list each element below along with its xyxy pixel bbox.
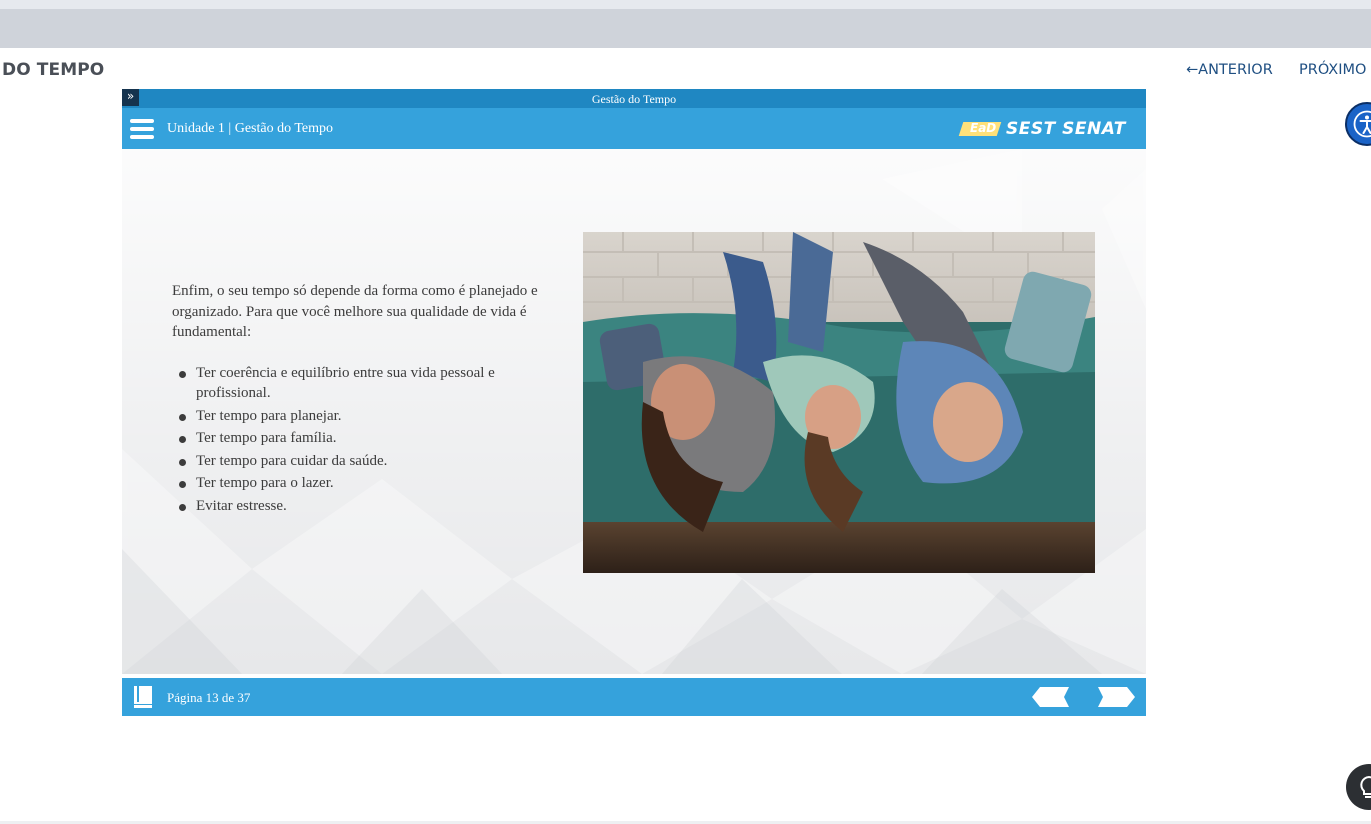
- slide-text: Enfim, o seu tempo só depende da forma c…: [172, 281, 557, 518]
- logo-brand: SEST SENAT: [1006, 119, 1126, 139]
- accessibility-button[interactable]: [1345, 102, 1371, 146]
- unit-label: Unidade 1 | Gestão do Tempo: [167, 121, 334, 136]
- course-title: DO TEMPO: [2, 60, 105, 80]
- menu-icon[interactable]: [130, 119, 154, 139]
- help-button[interactable]: [1346, 764, 1371, 810]
- player-header: Unidade 1 | Gestão do Tempo EaD SEST SEN…: [122, 108, 1146, 149]
- top-grey-bar: [0, 9, 1371, 48]
- lightbulb-icon: [1360, 775, 1371, 798]
- player-title: Gestão do Tempo: [591, 92, 677, 106]
- left-arrow-icon: ←: [1186, 62, 1199, 78]
- logo-ead: EaD: [970, 121, 997, 135]
- player-title-bar: Gestão do Tempo »: [122, 89, 1146, 108]
- top-strip: [0, 0, 1371, 9]
- accessibility-icon: [1353, 110, 1371, 138]
- list-item: Evitar estresse.: [179, 496, 557, 517]
- player-footer: Página 13 de 37: [122, 678, 1146, 716]
- next-arrow-icon[interactable]: [1096, 686, 1136, 708]
- list-item: Ter tempo para planejar.: [179, 406, 557, 427]
- prev-arrow-icon[interactable]: [1031, 686, 1071, 708]
- previous-link-label: ANTERIOR: [1198, 62, 1273, 78]
- list-item: Ter coerência e equilíbrio entre sua vid…: [179, 363, 557, 404]
- next-link-label: PRÓXIMO: [1299, 62, 1367, 78]
- expand-icon[interactable]: »: [122, 89, 139, 106]
- page-indicator: Página 13 de 37: [167, 690, 251, 705]
- slide-content: Enfim, o seu tempo só depende da forma c…: [122, 149, 1146, 674]
- course-player: Gestão do Tempo » Unidade 1 | Gestão do …: [122, 89, 1146, 716]
- family-photo: [583, 232, 1095, 573]
- bullet-list: Ter coerência e equilíbrio entre sua vid…: [172, 363, 557, 517]
- previous-link[interactable]: ←ANTERIOR: [1186, 62, 1273, 78]
- intro-paragraph: Enfim, o seu tempo só depende da forma c…: [172, 283, 538, 340]
- book-icon[interactable]: [133, 685, 153, 709]
- list-item: Ter tempo para família.: [179, 428, 557, 449]
- list-item: Ter tempo para cuidar da saúde.: [179, 451, 557, 472]
- list-item: Ter tempo para o lazer.: [179, 473, 557, 494]
- next-link[interactable]: PRÓXIMO: [1299, 62, 1366, 78]
